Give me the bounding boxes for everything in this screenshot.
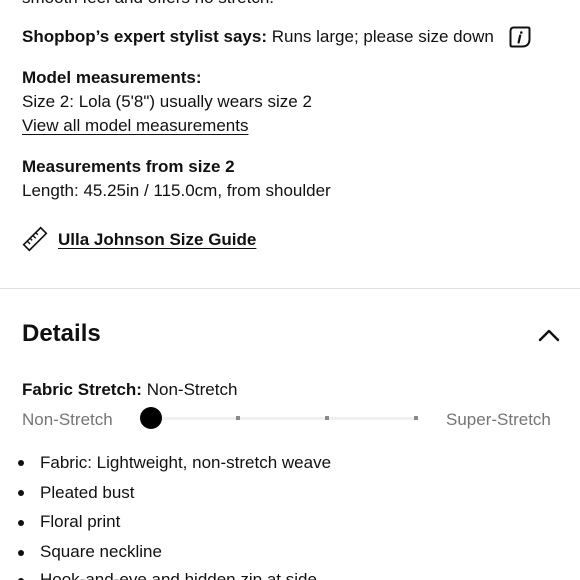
bullet-dot (18, 460, 24, 466)
stretch-scale-knob[interactable] (140, 407, 162, 429)
ruler-icon (22, 226, 48, 252)
scale-tick (414, 416, 418, 420)
measurements-heading: Measurements from size 2 (22, 157, 235, 176)
scale-max-label: Super-Stretch (446, 410, 551, 429)
scale-tick (236, 416, 240, 420)
fabric-description-text: smooth feel and offers no stretch. (22, 0, 274, 10)
product-info-page: smooth feel and offers no stretch. Shopb… (0, 0, 580, 580)
fabric-stretch-label: Fabric Stretch: (22, 380, 142, 399)
stylist-text: Runs large; please size down (271, 27, 494, 46)
stylist-label: Shopbop’s expert stylist says: (22, 27, 267, 46)
stretch-scale-track (151, 417, 418, 420)
list-item: Floral print (40, 512, 121, 531)
list-item: Pleated bust (40, 483, 135, 502)
bullet-dot (18, 520, 24, 526)
view-model-measurements-link[interactable]: View all model measurements (22, 114, 248, 138)
model-measurements-heading: Model measurements: (22, 68, 202, 87)
size-guide-link[interactable]: Ulla Johnson Size Guide (58, 228, 256, 252)
bullet-dot (18, 490, 24, 496)
bullet-dot (18, 550, 24, 556)
fabric-stretch-value: Non-Stretch (146, 380, 238, 399)
chevron-up-icon[interactable] (536, 325, 562, 345)
details-title: Details (22, 320, 101, 347)
model-measurements-text: Size 2: Lola (5'8") usually wears size 2 (22, 92, 312, 111)
measurements-text: Length: 45.25in / 115.0cm, from shoulder (22, 181, 331, 200)
scale-min-label: Non-Stretch (22, 410, 113, 429)
info-icon[interactable] (509, 26, 531, 48)
list-item: Hook-and-eye and hidden zip at side (40, 570, 317, 580)
list-item: Fabric: Lightweight, non-stretch weave (40, 453, 332, 472)
stylist-note: Shopbop’s expert stylist says: Runs larg… (22, 25, 494, 49)
fabric-stretch: Fabric Stretch: Non-Stretch (22, 378, 237, 402)
scale-tick (325, 416, 329, 420)
section-divider (0, 288, 580, 289)
list-item: Square neckline (40, 542, 162, 561)
